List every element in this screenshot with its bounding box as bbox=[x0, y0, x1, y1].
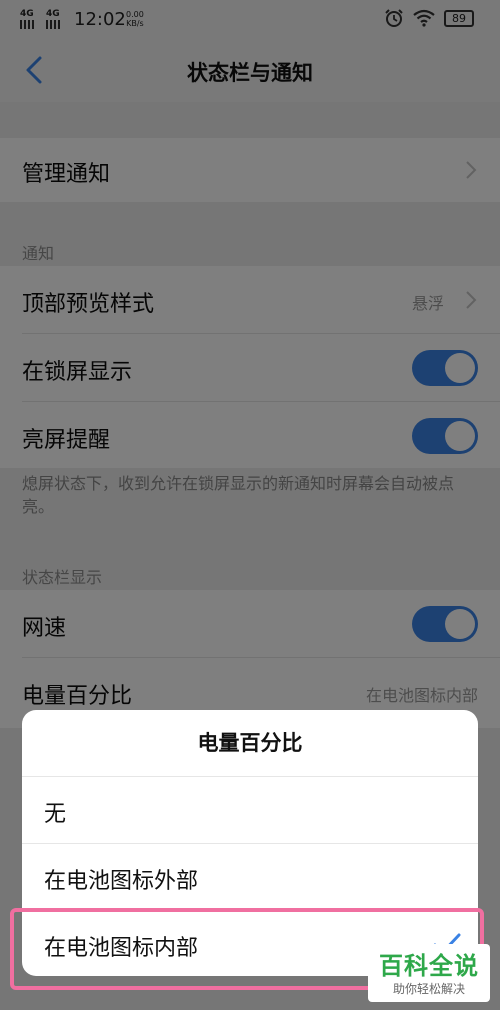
watermark-logo: 百科全说 助你轻松解决 bbox=[368, 944, 490, 1002]
watermark-slogan: 助你轻松解决 bbox=[392, 982, 465, 996]
watermark-brand: 百科全说 bbox=[379, 952, 479, 980]
option-outside-battery[interactable]: 在电池图标外部 bbox=[22, 844, 478, 910]
option-label: 在电池图标外部 bbox=[44, 869, 199, 894]
option-none[interactable]: 无 bbox=[22, 777, 478, 843]
dialog-title: 电量百分比 bbox=[197, 731, 303, 755]
option-label: 无 bbox=[44, 802, 67, 827]
